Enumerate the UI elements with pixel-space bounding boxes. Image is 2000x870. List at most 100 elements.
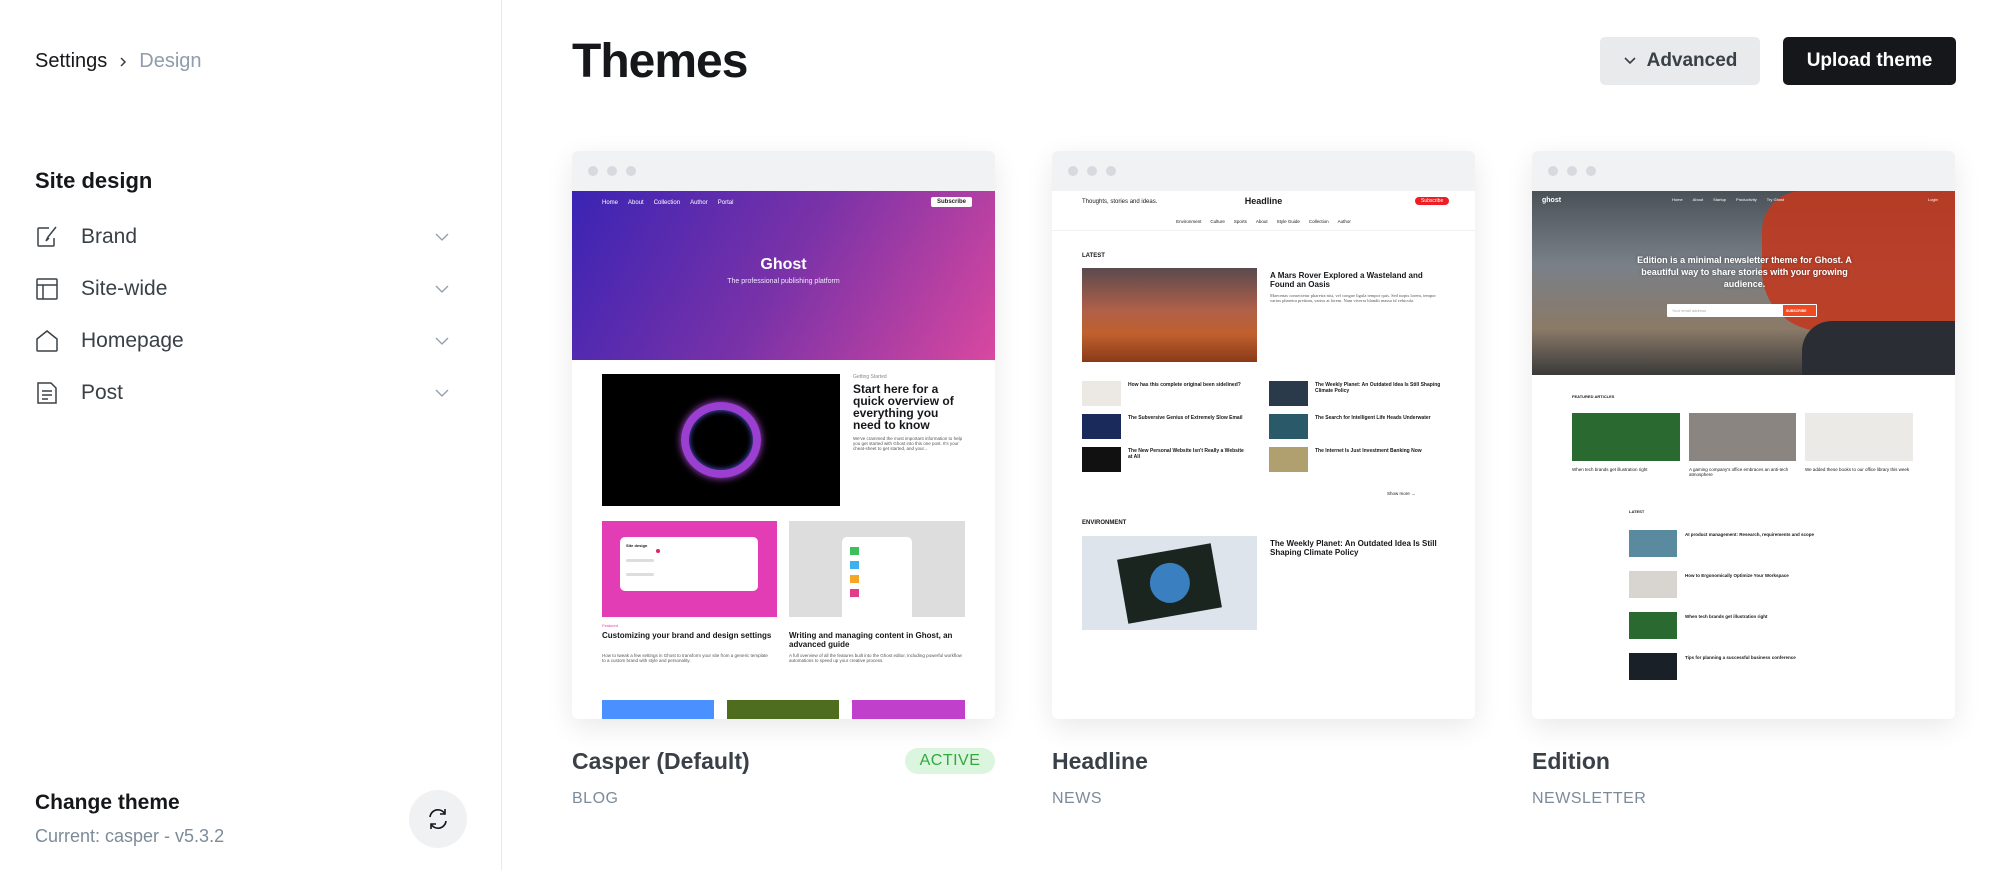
preview-latest-item: Tips for planning a successful business … (1685, 655, 1796, 660)
card-image (789, 521, 965, 617)
sidebar-item-post[interactable]: Post (35, 371, 450, 415)
preview-list-item: The Internet Is Just Investment Banking … (1315, 448, 1422, 454)
show-more-link: Show more → (1387, 491, 1416, 496)
thumb (1269, 447, 1308, 472)
preview-list-item: The Subversive Genius of Extremely Slow … (1128, 415, 1243, 421)
preview-feature-title: Start here for a quick overview of every… (853, 382, 954, 432)
preview-nav: Environment (1176, 219, 1202, 224)
chevron-down-icon (435, 389, 449, 397)
breadcrumb-design: Design (139, 50, 202, 72)
browser-bar (572, 151, 995, 191)
preview-list-item: The New Personal Website Isn't Really a … (1128, 448, 1244, 460)
preview-title: Headline (1244, 196, 1283, 206)
preview-title: Ghost (760, 256, 807, 273)
preview-nav: About (1255, 219, 1268, 224)
theme-preview-casper[interactable]: Home About Collection Author Portal Subscrib… (572, 151, 995, 719)
preview-latest-item: AI product management: Research, require… (1685, 532, 1815, 537)
preview-featured-item: A gaming company's office embraces an an… (1689, 467, 1789, 477)
browser-bar (1052, 151, 1475, 191)
thumb (1805, 413, 1913, 461)
theme-preview-edition[interactable]: ghost Home About Startup Productivity Try Gh… (1532, 151, 1955, 719)
brush-icon (37, 226, 57, 247)
preview-nav: Author (690, 200, 708, 206)
preview-nav: Collection (653, 200, 681, 206)
preview-subscribe: SUBSCRIBE (1783, 305, 1816, 316)
layout-icon (36, 278, 58, 300)
sidebar-item-label: Homepage (81, 329, 184, 352)
chevron-down-icon (1624, 57, 1636, 65)
refresh-icon (429, 809, 447, 829)
thumb (1269, 381, 1308, 406)
sidebar-item-site-wide[interactable]: Site-wide (35, 267, 450, 311)
page-title: Themes (572, 35, 748, 88)
theme-category: NEWSLETTER (1532, 790, 1647, 807)
thumb (1689, 413, 1796, 461)
sidebar-item-label: Post (81, 381, 124, 404)
advanced-button[interactable]: Advanced (1600, 37, 1760, 85)
chevron-down-icon (435, 233, 449, 241)
card-image (727, 700, 839, 719)
preview-nav: Sports (1233, 219, 1247, 224)
preview-section: LATEST (1082, 253, 1105, 259)
thumb (1572, 413, 1680, 461)
thumb (1082, 414, 1121, 439)
card-image (852, 700, 965, 719)
preview-nav: About (628, 200, 644, 206)
sidebar-item-label: Site-wide (81, 277, 168, 300)
preview-nav: About (1692, 197, 1704, 202)
sidebar: Settings Design Site design Brand Site-w… (0, 0, 502, 870)
preview-card-title: Customizing your brand and design settin… (602, 631, 772, 640)
thumb (1629, 653, 1677, 680)
preview-logo: ghost (1542, 197, 1562, 204)
home-icon (36, 330, 58, 352)
preview-nav: Style Guide (1276, 219, 1300, 224)
preview-nav: Productivity (1736, 197, 1757, 202)
preview-latest-item: When tech brands get illustration right (1685, 614, 1768, 619)
thumb (1629, 571, 1677, 598)
theme-name: Casper (Default) (572, 748, 750, 774)
preview-nav: Portal (717, 200, 734, 206)
theme-name: Edition (1532, 748, 1610, 774)
preview-list-item: How has this complete original been side… (1128, 382, 1241, 388)
preview-subscribe: Subscribe (1415, 197, 1450, 205)
preview-main-title: The Weekly Planet: An Outdated Idea Is S… (1270, 539, 1437, 557)
preview-nav: Author (1337, 219, 1351, 224)
browser-bar (1532, 151, 1955, 191)
sidebar-item-brand[interactable]: Brand (35, 215, 450, 259)
thumb (1629, 530, 1677, 557)
preview-card-title: Writing and managing content in Ghost, a… (789, 631, 953, 649)
preview-tagline: The professional publishing platform (727, 278, 840, 285)
breadcrumb-settings[interactable]: Settings (35, 50, 107, 73)
theme-preview-headline[interactable]: Thoughts, stories and ideas. Headline Su… (1052, 151, 1475, 719)
preview-hero-text: Edition is a minimal newsletter theme fo… (1637, 255, 1852, 289)
change-theme-button[interactable] (409, 790, 467, 848)
preview-nav: Culture (1210, 219, 1225, 224)
theme-name: Headline (1052, 748, 1148, 774)
chevron-down-icon (435, 337, 449, 345)
preview-list-item: The Weekly Planet: An Outdated Idea Is S… (1315, 382, 1441, 394)
preview-text: Site design (626, 543, 648, 548)
sidebar-item-homepage[interactable]: Homepage (35, 319, 450, 363)
preview-nav: Home (1672, 197, 1683, 202)
card-image (602, 700, 714, 719)
preview-nav: Collection (1308, 219, 1329, 224)
upload-theme-button[interactable]: Upload theme (1783, 37, 1956, 85)
casper-hero (572, 191, 995, 360)
chevron-right-icon (120, 56, 127, 67)
preview-excerpt: How to tweak a few settings in Ghost to … (602, 653, 768, 663)
preview-excerpt: We've crammed the most important informa… (853, 436, 963, 451)
preview-main-title: A Mars Rover Explored a Wasteland and Fo… (1270, 271, 1423, 289)
chevron-down-icon (435, 285, 449, 293)
preview-excerpt: A full overview of all the features buil… (789, 653, 962, 663)
theme-category: BLOG (572, 790, 619, 807)
card-image: Site design (602, 521, 777, 617)
one-world-image (1082, 536, 1257, 630)
mars-image (1082, 268, 1257, 362)
preview-tag: Getting Started (853, 374, 887, 380)
preview-section: LATEST (1629, 509, 1645, 514)
current-theme-version: Current: casper - v5.3.2 (35, 826, 225, 846)
preview-list-item: The Search for Intelligent Life Heads Un… (1315, 415, 1431, 421)
preview-section: ENVIRONMENT (1082, 520, 1127, 526)
sidebar-item-label: Brand (81, 225, 138, 248)
preview-featured: Featured (602, 623, 619, 628)
